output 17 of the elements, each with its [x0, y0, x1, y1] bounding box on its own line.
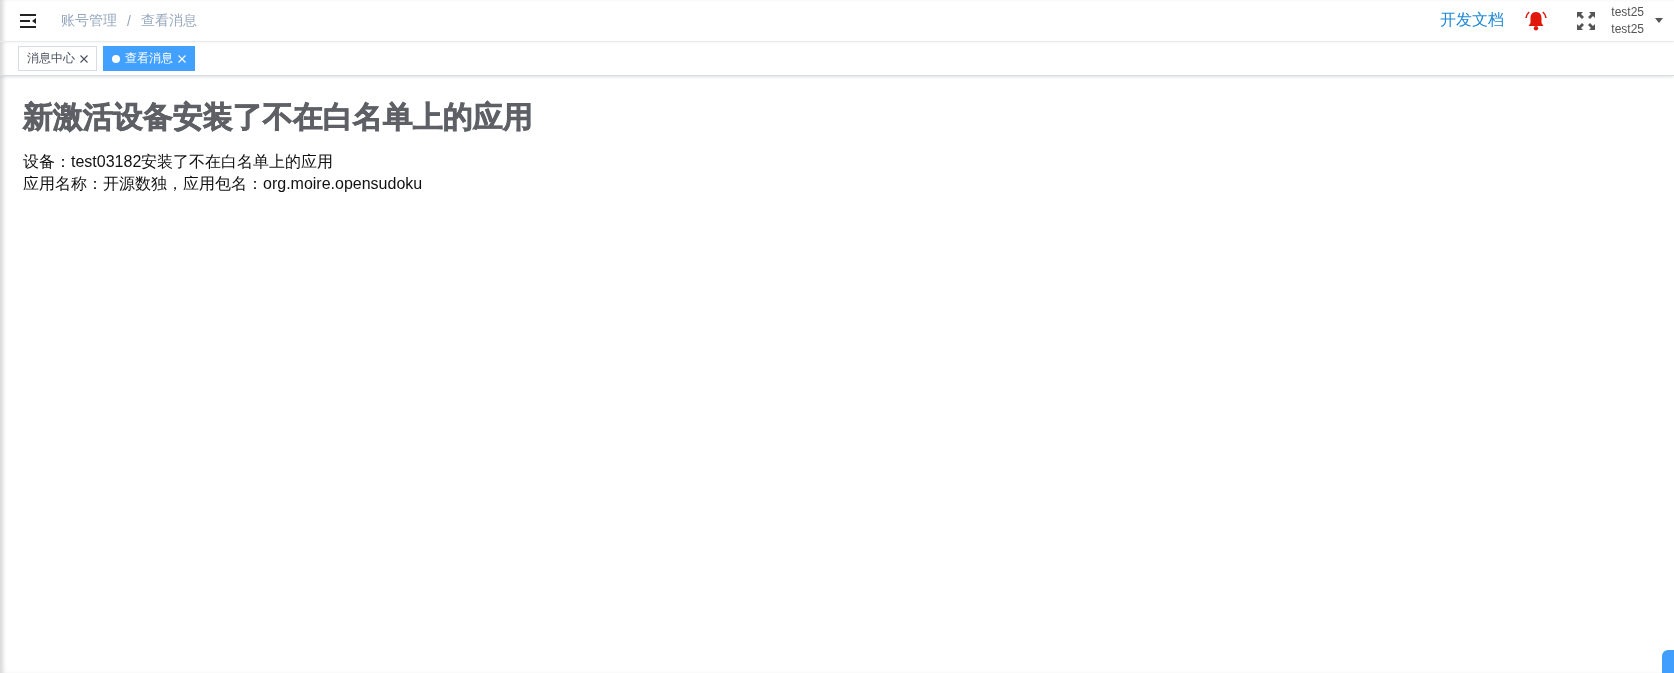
dot-icon — [112, 54, 120, 63]
tab[interactable]: 查看消息 — [103, 46, 195, 71]
bell-icon[interactable] — [1525, 10, 1548, 31]
menu-icon[interactable] — [20, 13, 36, 28]
tab[interactable]: 消息中心 — [18, 46, 97, 71]
message-text: 应用名称：开源数独，应用包名：org.moire.opensudoku — [23, 174, 424, 194]
caret-icon[interactable] — [1655, 18, 1663, 23]
message-text: 设备：test03182安装了不在白名单上的应用 — [23, 152, 335, 172]
breadcrumb-item[interactable]: 查看消息 — [140, 11, 197, 30]
docs-link[interactable]: 开发文档 — [1440, 10, 1505, 31]
fullscreen-icon[interactable] — [1577, 11, 1596, 30]
close-icon[interactable] — [80, 54, 88, 63]
user-name: test25 — [1611, 3, 1644, 21]
breadcrumb-item[interactable]: 账号管理 — [61, 11, 117, 30]
message-title: 新激活设备安装了不在白名单上的应用 — [23, 100, 534, 134]
breadcrumb-separator: / — [127, 12, 131, 29]
user-account: test25 — [1611, 20, 1644, 38]
